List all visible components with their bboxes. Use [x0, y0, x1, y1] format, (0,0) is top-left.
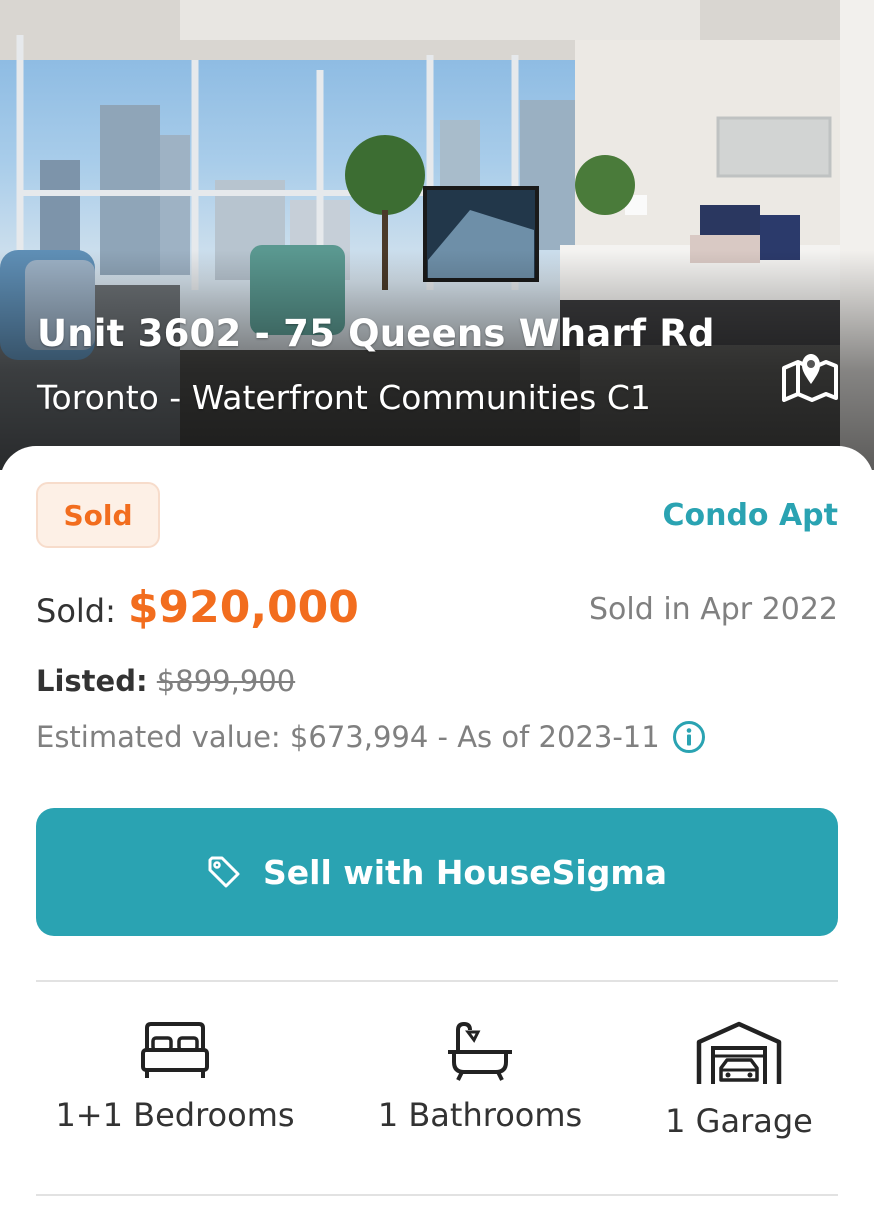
- sold-price: $920,000: [127, 582, 359, 633]
- status-badge: Sold: [36, 482, 160, 548]
- divider: [36, 1194, 838, 1196]
- hero-gradient-overlay: [0, 250, 874, 470]
- property-type: Condo Apt: [662, 498, 838, 533]
- feature-bedrooms: 1+1 Bedrooms: [30, 1020, 320, 1134]
- garage-icon: [696, 1021, 782, 1084]
- feature-bathrooms: 1 Bathrooms: [335, 1020, 625, 1134]
- listed-price-row: Listed: $899,900: [36, 664, 295, 698]
- sold-price-row: Sold: $920,000: [36, 582, 359, 633]
- sell-with-housesigma-button[interactable]: Sell with HouseSigma: [36, 808, 838, 936]
- sold-date: Sold in Apr 2022: [589, 592, 838, 627]
- estimated-value-text: Estimated value: $673,994 - As of 2023-1…: [36, 720, 660, 754]
- bedrooms-label: 1+1 Bedrooms: [55, 1096, 295, 1134]
- estimated-value-row: Estimated value: $673,994 - As of 2023-1…: [36, 720, 706, 754]
- map-pin-icon[interactable]: [780, 350, 840, 402]
- info-icon[interactable]: [672, 720, 706, 754]
- bathtub-icon: [448, 1021, 512, 1081]
- listing-area: Toronto - Waterfront Communities C1: [37, 378, 651, 417]
- listing-address: Unit 3602 - 75 Queens Wharf Rd: [37, 312, 715, 355]
- listing-details-card: Sold Condo Apt Sold: $920,000 Sold in Ap…: [0, 446, 874, 1206]
- listed-label: Listed:: [36, 664, 148, 698]
- feature-garage: 1 Garage: [594, 1020, 874, 1140]
- garage-label: 1 Garage: [665, 1102, 813, 1140]
- hero-photo[interactable]: Unit 3602 - 75 Queens Wharf Rd Toronto -…: [0, 0, 874, 470]
- bed-icon: [141, 1022, 209, 1078]
- sell-button-label: Sell with HouseSigma: [263, 852, 667, 892]
- tag-icon: [208, 856, 240, 888]
- listed-price: $899,900: [156, 664, 296, 698]
- bathrooms-label: 1 Bathrooms: [377, 1096, 583, 1134]
- divider: [36, 980, 838, 982]
- sold-label: Sold:: [36, 592, 116, 630]
